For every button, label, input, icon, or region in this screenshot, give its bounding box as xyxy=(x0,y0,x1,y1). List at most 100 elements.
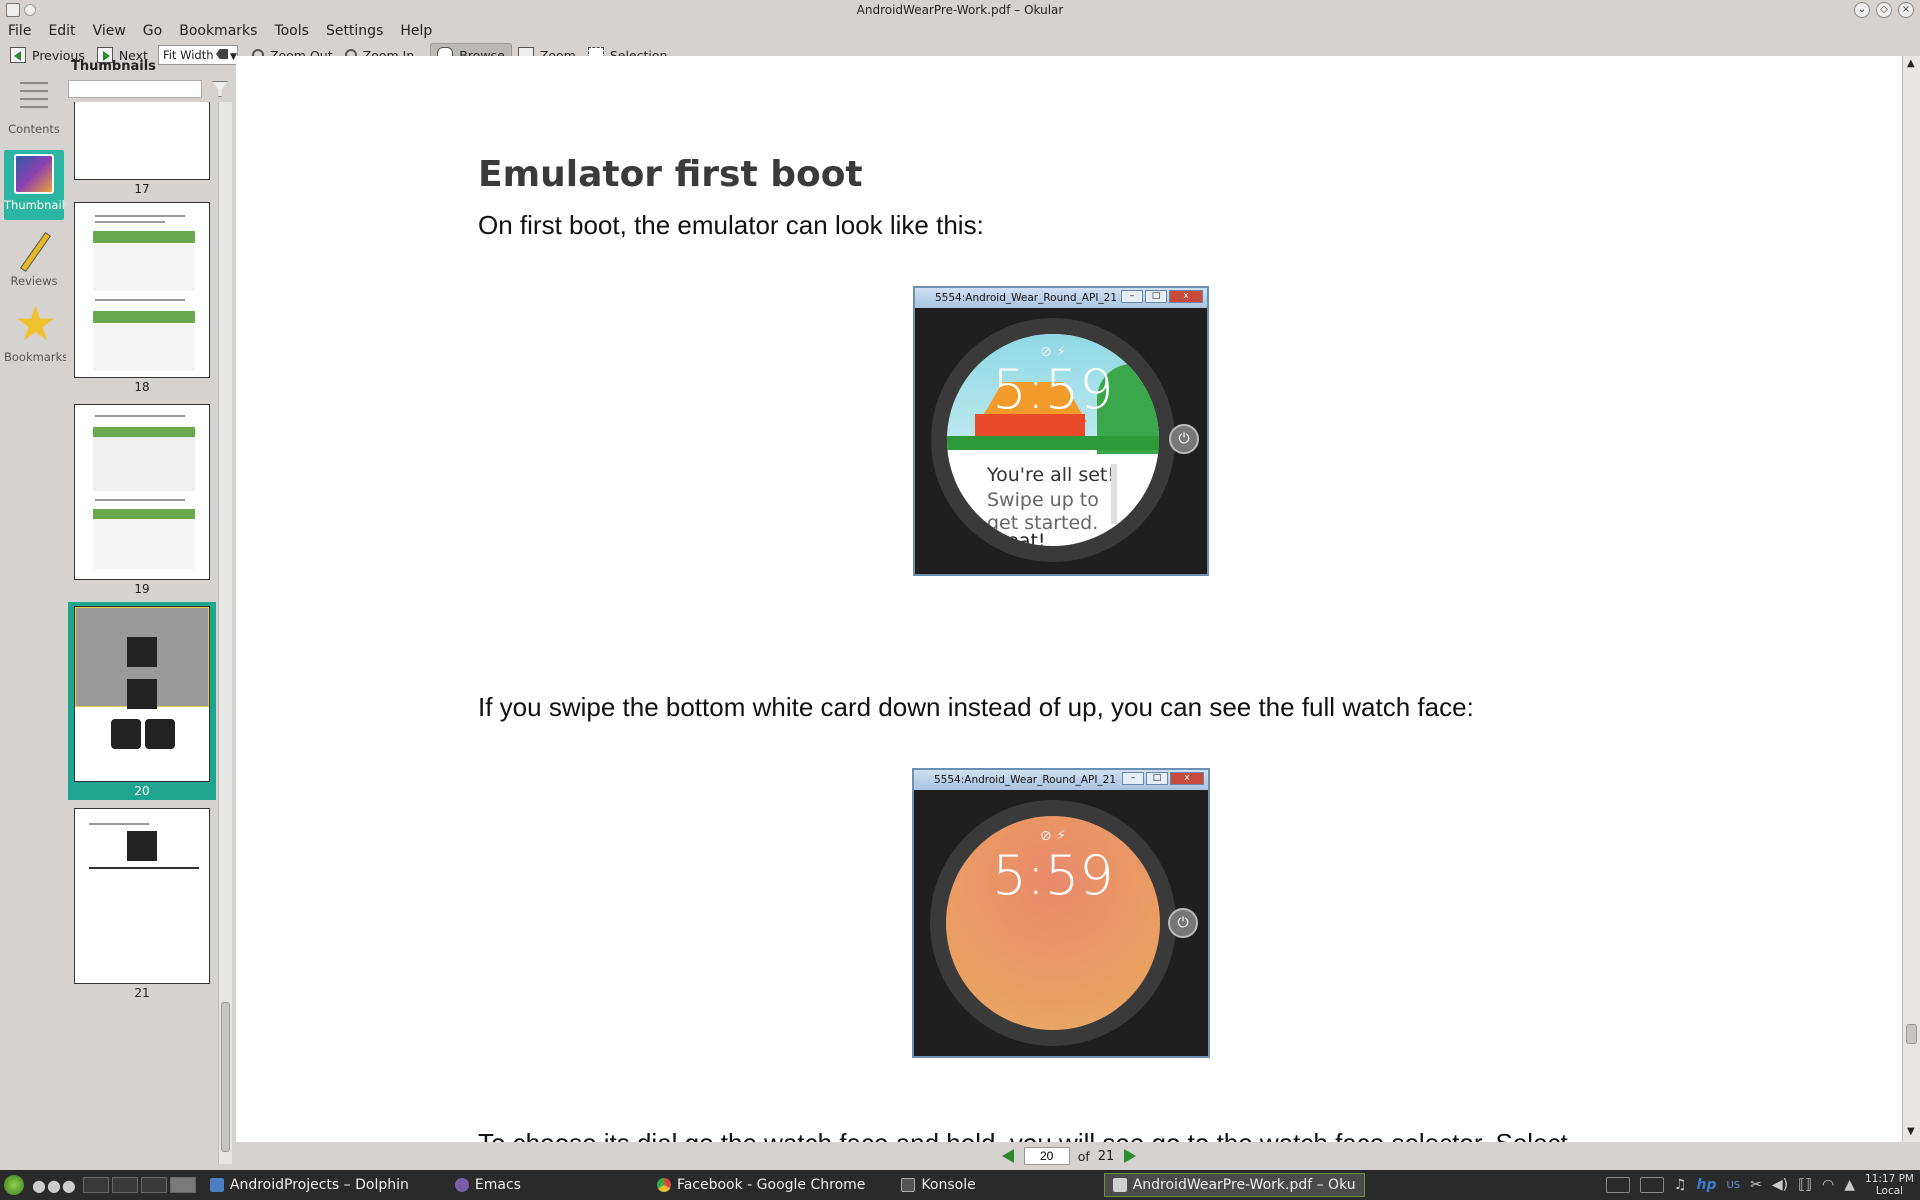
tab-contents[interactable]: Contents xyxy=(4,74,64,144)
task-dolphin[interactable]: AndroidProjects – Dolphin xyxy=(202,1173,417,1197)
emacs-icon xyxy=(454,1178,469,1192)
thumbnail-number: 18 xyxy=(134,380,150,394)
maximize-icon[interactable]: ◇ xyxy=(1876,2,1892,18)
card-title: You're all set! xyxy=(987,464,1115,486)
thumbnail-number: 21 xyxy=(134,986,150,1000)
system-tray: ♫ hp US ✂ ◀) ⟦⟧ ◠ ▲ 11:17 PM Local xyxy=(1605,1170,1920,1200)
tab-thumbnails-label: Thumbnails xyxy=(4,198,71,212)
menu-go[interactable]: Go xyxy=(143,23,162,39)
thumbnail-page[interactable]: 18 xyxy=(68,202,216,398)
clock[interactable]: 11:17 PM Local xyxy=(1865,1173,1914,1197)
thumbnail-number: 17 xyxy=(134,182,150,196)
menu-bookmarks[interactable]: Bookmarks xyxy=(179,23,257,39)
desktop-3[interactable] xyxy=(140,1177,167,1193)
minimize-icon[interactable]: ⌄ xyxy=(1854,2,1870,18)
more-icon[interactable]: ●●● xyxy=(32,1176,77,1195)
emulator-titlebar: 5554:Android_Wear_Round_API_21 – □ x xyxy=(914,770,1208,790)
previous-page-icon[interactable] xyxy=(1001,1149,1014,1163)
thumbnail-image xyxy=(74,808,210,984)
thumbnails-panel: Thumbnails 17 18 19 20 21 xyxy=(66,56,234,1170)
taskbar: ●●● AndroidProjects – Dolphin Emacs Face… xyxy=(0,1170,1920,1200)
tab-reviews-label: Reviews xyxy=(10,274,58,288)
page-number-input[interactable] xyxy=(1023,1147,1070,1165)
emulator-screenshot-2: 5554:Android_Wear_Round_API_21 – □ x ⊘ ⚡ 5… xyxy=(912,768,1210,1058)
menu-view[interactable]: View xyxy=(93,23,126,39)
tab-thumbnails[interactable]: Thumbnails xyxy=(4,150,71,220)
desktop-2[interactable] xyxy=(111,1177,138,1193)
application-launcher-icon[interactable] xyxy=(4,1175,24,1195)
window-menu-icon[interactable] xyxy=(24,4,36,16)
next-page-icon[interactable] xyxy=(1124,1149,1137,1163)
task-label: Emacs xyxy=(474,1177,521,1193)
desktop-4[interactable] xyxy=(169,1177,196,1193)
close-icon[interactable]: × xyxy=(1898,2,1914,18)
pencil-icon xyxy=(14,230,54,270)
page-of-label: of xyxy=(1077,1148,1090,1164)
power-icon: ⏻ xyxy=(1168,908,1198,938)
task-chrome[interactable]: Facebook - Google Chrome xyxy=(649,1173,873,1197)
okular-app-icon[interactable] xyxy=(6,3,20,17)
watch-face: ⊘ ⚡ 5:59 You're all set! Swipe up to get… xyxy=(947,334,1159,546)
status-icons: ⊘ ⚡ xyxy=(1039,828,1066,844)
thumbnail-number: 20 xyxy=(134,784,150,798)
filter-icon[interactable] xyxy=(212,81,228,97)
emulator-titlebar: 5554:Android_Wear_Round_API_21 – □ x xyxy=(915,288,1207,308)
desktop-1[interactable] xyxy=(82,1177,109,1193)
thumbnail-image xyxy=(74,404,210,580)
volume-icon[interactable]: ◀) xyxy=(1772,1177,1788,1193)
document-view[interactable]: Emulator first boot On first boot, the e… xyxy=(236,56,1902,1142)
thumbnail-page-current[interactable]: 20 xyxy=(68,602,216,800)
tray-expand-icon[interactable]: ▲ xyxy=(1844,1177,1855,1193)
tools-icon[interactable]: ✂ xyxy=(1750,1177,1762,1193)
star-icon xyxy=(14,296,57,352)
sidebar-tabs: Contents Thumbnails Reviews Bookmarks xyxy=(0,70,71,1170)
thumbnail-image xyxy=(74,202,210,378)
page-navigation: of 21 xyxy=(236,1142,1902,1170)
thumbnail-page[interactable]: 19 xyxy=(68,404,216,600)
menu-edit[interactable]: Edit xyxy=(48,23,75,39)
task-label: AndroidWearPre-Work.pdf – Oku xyxy=(1132,1177,1356,1193)
scroll-down-icon[interactable]: ▼ xyxy=(1907,1126,1915,1137)
watch-round: ⊘ ⚡ 5:59 You're all set! Swipe up to get… xyxy=(931,318,1175,562)
card-subtitle: Swipe up to get started. xyxy=(987,489,1099,534)
thumbnail-page[interactable]: 17 xyxy=(68,102,216,198)
hp-icon[interactable]: hp xyxy=(1696,1177,1716,1193)
tab-bookmarks-label: Bookmarks xyxy=(4,350,69,364)
menu-file[interactable]: File xyxy=(8,23,31,39)
chrome-icon xyxy=(656,1178,671,1192)
desktop-icon[interactable] xyxy=(1639,1177,1664,1193)
minimize-icon: – xyxy=(1121,290,1143,303)
network-icon[interactable]: ⟦⟧ xyxy=(1798,1177,1812,1193)
clock-time: 11:17 PM xyxy=(1865,1173,1914,1185)
music-icon[interactable]: ♫ xyxy=(1674,1177,1687,1193)
menu-settings[interactable]: Settings xyxy=(326,23,383,39)
thumbnail-image xyxy=(74,102,210,180)
watch-round: ⊘ ⚡ 5:59 xyxy=(930,800,1176,1046)
thumbnails-header: Thumbnails xyxy=(71,59,156,74)
document-paragraph: If you swipe the bottom white card down … xyxy=(478,692,1474,722)
thumbnail-scrollbar[interactable] xyxy=(218,102,232,1164)
keyboard-layout[interactable]: US xyxy=(1726,1180,1740,1191)
thumbnail-search-input[interactable] xyxy=(68,80,202,98)
thumbnail-scrollbar-handle[interactable] xyxy=(221,1002,230,1152)
document-scrollbar-handle[interactable] xyxy=(1906,1024,1917,1044)
menu-tools[interactable]: Tools xyxy=(274,23,309,39)
thumbnail-list: 17 18 19 20 21 xyxy=(66,102,218,1164)
wifi-icon[interactable]: ◠ xyxy=(1822,1177,1834,1193)
folder-icon xyxy=(209,1178,224,1192)
document-scrollbar[interactable]: ▲ ▼ xyxy=(1902,56,1920,1142)
task-label: AndroidProjects – Dolphin xyxy=(229,1177,409,1193)
tab-reviews[interactable]: Reviews xyxy=(4,226,64,296)
watch-time: 5:59 xyxy=(992,358,1114,421)
power-icon: ⏻ xyxy=(1169,424,1199,454)
menu-help[interactable]: Help xyxy=(400,23,432,39)
task-okular[interactable]: AndroidWearPre-Work.pdf – Oku xyxy=(1103,1173,1365,1197)
thumbnail-page[interactable]: 21 xyxy=(68,808,216,1004)
minimize-icon: – xyxy=(1122,772,1144,785)
window-list-icon[interactable] xyxy=(1605,1177,1630,1193)
task-emacs[interactable]: Emacs xyxy=(447,1173,529,1197)
tab-bookmarks[interactable]: Bookmarks xyxy=(4,296,68,372)
task-konsole[interactable]: Konsole xyxy=(893,1173,983,1197)
scroll-up-icon[interactable]: ▲ xyxy=(1907,58,1915,69)
document-heading: Emulator first boot xyxy=(478,154,863,195)
